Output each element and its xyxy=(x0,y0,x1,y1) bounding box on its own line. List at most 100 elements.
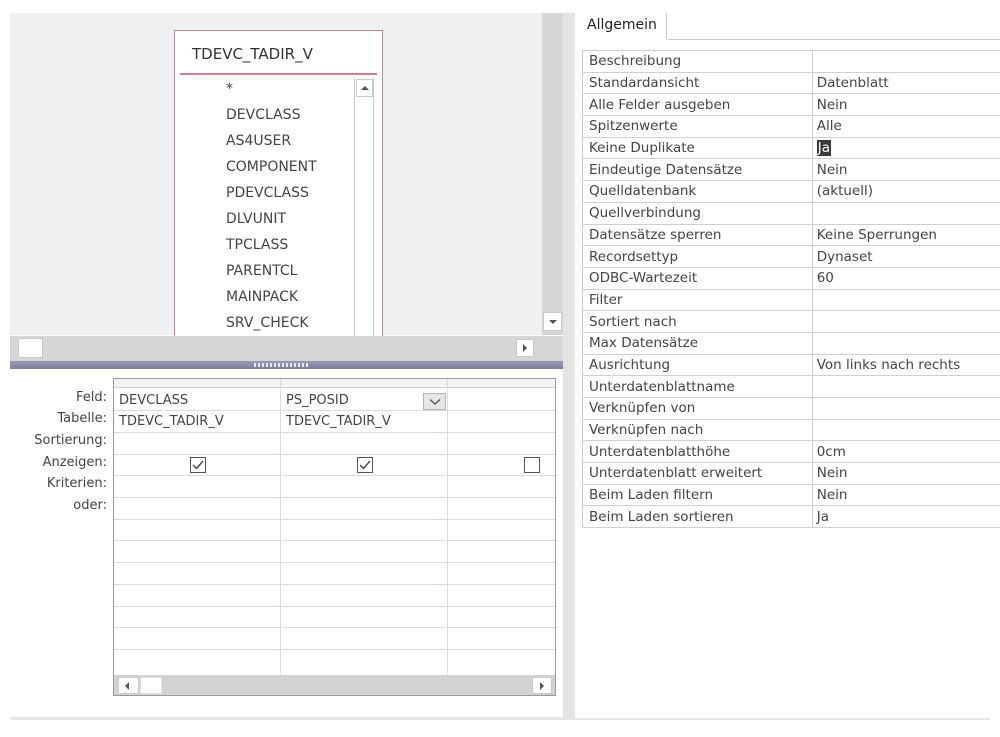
property-name[interactable]: Ausrichtung xyxy=(582,353,813,377)
property-row[interactable]: Keine Duplikate Ja xyxy=(582,136,1000,160)
cell-table-col1[interactable]: TDEVC_TADIR_V xyxy=(119,414,224,429)
column-divider[interactable] xyxy=(280,379,281,675)
property-name[interactable]: Keine Duplikate xyxy=(582,136,813,160)
property-value[interactable] xyxy=(812,310,1000,333)
property-value[interactable]: Ja xyxy=(812,136,1000,160)
property-name[interactable]: Standardansicht xyxy=(582,71,813,95)
property-row[interactable]: Eindeutige Datensätze Nein xyxy=(582,158,1000,182)
property-name[interactable]: Sortiert nach xyxy=(582,310,813,333)
field-item[interactable]: AS4USER xyxy=(226,133,291,149)
property-name[interactable]: Quellverbindung xyxy=(582,201,813,225)
scroll-up-arrow-icon[interactable] xyxy=(356,79,373,97)
cell-table-col2[interactable]: TDEVC_TADIR_V xyxy=(286,414,391,429)
property-value[interactable]: Nein xyxy=(812,483,1000,507)
designer-vertical-scrollbar[interactable] xyxy=(542,13,563,335)
table-field-list-window[interactable]: TDEVC_TADIR_V * DEVCLASS AS4USER COMPONE… xyxy=(174,30,383,337)
splitter-grip-icon[interactable] xyxy=(254,363,310,367)
property-name[interactable]: Quelldatenbank xyxy=(582,180,813,203)
selected-value[interactable]: Ja xyxy=(816,140,831,157)
property-value[interactable]: Von links nach rechts xyxy=(812,353,1000,377)
property-value[interactable]: Nein xyxy=(812,93,1000,117)
pane-splitter[interactable] xyxy=(10,361,563,369)
property-row[interactable]: Filter xyxy=(582,288,1000,312)
field-item[interactable]: PDEVCLASS xyxy=(226,185,309,201)
field-item[interactable]: MAINPACK xyxy=(226,289,298,305)
scroll-right-arrow-icon[interactable] xyxy=(516,339,534,357)
property-name[interactable]: Recordsettyp xyxy=(582,245,813,268)
field-item[interactable]: TPCLASS xyxy=(226,237,288,253)
property-name[interactable]: Filter xyxy=(582,288,813,312)
field-dropdown-button[interactable] xyxy=(423,393,446,410)
property-name[interactable]: Beschreibung xyxy=(582,50,813,73)
field-list-scrollbar[interactable] xyxy=(354,78,374,337)
property-row[interactable]: Max Datensätze xyxy=(582,331,1000,355)
cell-field-col1[interactable]: DEVCLASS xyxy=(119,393,188,408)
show-checkbox-col3[interactable] xyxy=(524,457,540,473)
property-row[interactable]: Verknüpfen von xyxy=(582,397,1000,420)
property-row[interactable]: Beschreibung xyxy=(582,50,1000,73)
field-item[interactable]: COMPONENT xyxy=(226,159,317,175)
property-value[interactable]: Ja xyxy=(812,505,1000,529)
show-checkbox-col1[interactable] xyxy=(190,457,206,473)
qbe-design-grid[interactable]: DEVCLASS TDEVC_TADIR_V PS_POSID TDEVC_TA… xyxy=(113,378,556,696)
property-name[interactable]: Verknüpfen von xyxy=(582,397,813,420)
property-value[interactable]: 0cm xyxy=(812,440,1000,464)
property-value[interactable]: Nein xyxy=(812,158,1000,182)
property-row[interactable]: Unterdatenblattname xyxy=(582,375,1000,398)
scrollbar-thumb[interactable] xyxy=(18,338,43,358)
field-item[interactable]: PARENTCL xyxy=(226,263,297,279)
property-row[interactable]: Spitzenwerte Alle xyxy=(582,115,1000,138)
property-name[interactable]: Datensätze sperren xyxy=(582,223,813,247)
property-value[interactable] xyxy=(812,50,1000,73)
property-row[interactable]: Sortiert nach xyxy=(582,310,1000,333)
field-item[interactable]: DEVCLASS xyxy=(226,107,300,123)
property-name[interactable]: Unterdatenblattname xyxy=(582,375,813,398)
scroll-down-arrow-icon[interactable] xyxy=(543,312,562,331)
property-name[interactable]: Eindeutige Datensätze xyxy=(582,158,813,182)
property-name[interactable]: Spitzenwerte xyxy=(582,115,813,138)
property-name[interactable]: ODBC-Wartezeit xyxy=(582,266,813,290)
scrollbar-thumb[interactable] xyxy=(140,677,162,694)
property-value[interactable]: 60 xyxy=(812,266,1000,290)
tab-allgemein[interactable]: Allgemein xyxy=(580,13,667,40)
field-item[interactable]: * xyxy=(226,81,233,97)
table-title[interactable]: TDEVC_TADIR_V xyxy=(192,45,313,63)
property-value[interactable]: Datenblatt xyxy=(812,71,1000,95)
property-row[interactable]: Beim Laden filtern Nein xyxy=(582,483,1000,507)
property-value[interactable]: Dynaset xyxy=(812,245,1000,268)
property-row[interactable]: Quellverbindung xyxy=(582,201,1000,225)
property-row[interactable]: Unterdatenblatt erweitert Nein xyxy=(582,462,1000,485)
property-value[interactable] xyxy=(812,375,1000,398)
property-value[interactable]: Nein xyxy=(812,462,1000,485)
property-name[interactable]: Beim Laden filtern xyxy=(582,483,813,507)
property-value[interactable] xyxy=(812,397,1000,420)
grid-column-selector-bar[interactable] xyxy=(114,379,555,388)
property-value[interactable] xyxy=(812,418,1000,442)
property-name[interactable]: Max Datensätze xyxy=(582,331,813,355)
property-row[interactable]: Unterdatenblatthöhe 0cm xyxy=(582,440,1000,464)
scroll-right-arrow-icon[interactable] xyxy=(532,677,552,694)
property-row[interactable]: Alle Felder ausgeben Nein xyxy=(582,93,1000,117)
property-name[interactable]: Unterdatenblatthöhe xyxy=(582,440,813,464)
property-row[interactable]: ODBC-Wartezeit 60 xyxy=(582,266,1000,290)
property-name[interactable]: Alle Felder ausgeben xyxy=(582,93,813,117)
designer-horizontal-scrollbar[interactable] xyxy=(10,336,542,361)
property-value[interactable] xyxy=(812,331,1000,355)
field-item[interactable]: SRV_CHECK xyxy=(226,315,309,331)
column-divider[interactable] xyxy=(447,379,448,675)
property-row[interactable]: Recordsettyp Dynaset xyxy=(582,245,1000,268)
field-item[interactable]: DLVUNIT xyxy=(226,211,286,227)
grid-horizontal-scrollbar[interactable] xyxy=(114,675,555,695)
property-row[interactable]: Quelldatenbank (aktuell) xyxy=(582,180,1000,203)
property-value[interactable] xyxy=(812,288,1000,312)
property-name[interactable]: Verknüpfen nach xyxy=(582,418,813,442)
property-value[interactable]: Keine Sperrungen xyxy=(812,223,1000,247)
show-checkbox-col2[interactable] xyxy=(357,457,373,473)
property-row[interactable]: Beim Laden sortieren Ja xyxy=(582,505,1000,529)
property-value[interactable] xyxy=(812,201,1000,225)
property-row[interactable]: Ausrichtung Von links nach rechts xyxy=(582,353,1000,377)
property-name[interactable]: Unterdatenblatt erweitert xyxy=(582,462,813,485)
property-row[interactable]: Standardansicht Datenblatt xyxy=(582,71,1000,95)
scroll-left-arrow-icon[interactable] xyxy=(118,677,139,694)
property-name[interactable]: Beim Laden sortieren xyxy=(582,505,813,529)
